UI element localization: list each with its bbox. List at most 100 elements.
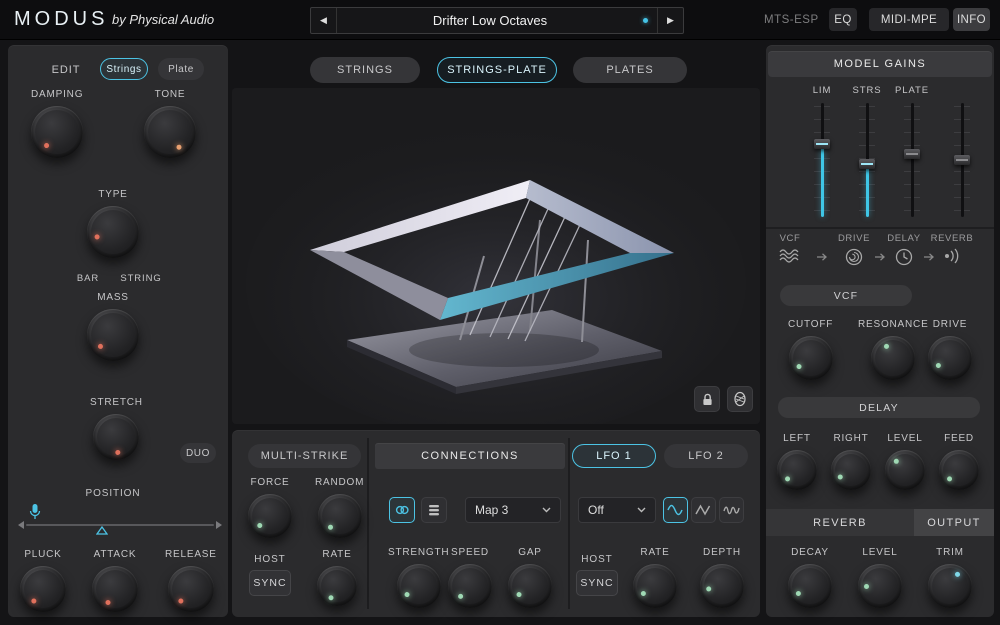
- lfo-rate-knob[interactable]: [633, 564, 677, 608]
- type-knob[interactable]: [87, 206, 139, 258]
- model-viewport[interactable]: [232, 88, 760, 424]
- connection-link-button[interactable]: [389, 497, 415, 523]
- attack-knob[interactable]: [92, 566, 138, 612]
- delay-right-control: RIGHT: [831, 433, 871, 490]
- multi-strike-sync-button[interactable]: SYNC: [249, 570, 291, 596]
- lfo-shape-random-button[interactable]: [719, 497, 744, 523]
- strength-label: STRENGTH: [388, 547, 450, 558]
- reverb-level-control: LEVEL: [858, 547, 902, 608]
- tone-knob[interactable]: [144, 106, 196, 158]
- multi-strike-button[interactable]: MULTI-STRIKE: [248, 444, 361, 468]
- duo-button[interactable]: DUO: [180, 443, 216, 463]
- slider-track[interactable]: [26, 524, 214, 526]
- output-section-tab[interactable]: OUTPUT: [914, 509, 994, 536]
- tab-plates[interactable]: PLATES: [573, 57, 687, 83]
- pluck-knob[interactable]: [20, 566, 66, 612]
- edit-label: EDIT: [51, 64, 81, 76]
- lfo-depth-knob[interactable]: [700, 564, 744, 608]
- lfo-target-select[interactable]: Off: [578, 497, 656, 523]
- preset-next-button[interactable]: ▶: [657, 8, 683, 33]
- vcf-section-button[interactable]: VCF: [780, 285, 912, 306]
- connections-header[interactable]: CONNECTIONS: [375, 443, 565, 469]
- chevron-down-icon: [542, 507, 551, 513]
- delay-left-knob[interactable]: [777, 450, 817, 490]
- lfo-depth-control: DEPTH: [700, 547, 744, 608]
- rate-label: RATE: [322, 549, 352, 560]
- eq-button[interactable]: EQ: [829, 8, 857, 31]
- damping-knob[interactable]: [31, 106, 84, 158]
- trim-knob[interactable]: [928, 564, 972, 608]
- resonance-knob[interactable]: [871, 336, 916, 380]
- lfo-shape-sine-button[interactable]: [663, 497, 688, 523]
- reverb-section-tab[interactable]: REVERB: [766, 509, 914, 536]
- chain-arrow-icon: [817, 253, 827, 261]
- plate-toggle[interactable]: Plate: [158, 58, 204, 80]
- app-logo: MODUS: [14, 8, 109, 30]
- damping-control: DAMPING: [31, 89, 84, 158]
- 3d-model-render: [232, 88, 760, 424]
- reverb-level-knob[interactable]: [858, 564, 902, 608]
- preset-prev-button[interactable]: ◀: [311, 8, 337, 33]
- delay-left-label: LEFT: [783, 433, 811, 444]
- tab-lfo1[interactable]: LFO 1: [572, 444, 656, 468]
- chevron-down-icon: [637, 507, 646, 513]
- lfo-sync-button[interactable]: SYNC: [576, 570, 618, 596]
- release-knob[interactable]: [167, 566, 214, 612]
- stretch-control: STRETCH: [90, 397, 143, 460]
- mass-knob[interactable]: [87, 309, 139, 361]
- position-slider[interactable]: [18, 515, 222, 537]
- mesh-icon: [734, 391, 746, 407]
- delay-left-control: LEFT: [777, 433, 817, 490]
- tab-lfo2[interactable]: LFO 2: [664, 444, 748, 468]
- stretch-knob[interactable]: [93, 414, 140, 460]
- tab-strings-plate[interactable]: STRINGS-PLATE: [437, 57, 557, 83]
- gap-knob[interactable]: [508, 564, 552, 608]
- stack-icon: [429, 505, 439, 516]
- view-lock-button[interactable]: [694, 386, 720, 412]
- pluck-control: PLUCK: [20, 549, 66, 612]
- delay-feed-knob[interactable]: [939, 450, 979, 490]
- position-marker[interactable]: [96, 526, 108, 535]
- drive-spiral-icon: [845, 248, 863, 266]
- link-icon: [395, 505, 409, 515]
- mesh-view-button[interactable]: [727, 386, 753, 412]
- delay-feed-control: FEED: [939, 433, 979, 490]
- type-label: TYPE: [98, 189, 128, 200]
- modus-plugin-window: MODUS by Physical Audio ◀ Drifter Low Oc…: [0, 0, 1000, 625]
- model-gains-header: MODEL GAINS: [768, 51, 992, 77]
- delay-right-knob[interactable]: [831, 450, 871, 490]
- attack-label: ATTACK: [93, 549, 137, 560]
- random-wave-icon: [722, 506, 740, 515]
- fader-master[interactable]: [954, 103, 970, 217]
- cutoff-knob[interactable]: [788, 336, 833, 380]
- strength-knob[interactable]: [396, 564, 441, 608]
- sine-wave-icon: [666, 504, 683, 516]
- fx-drive-knob[interactable]: [928, 336, 972, 380]
- force-control: FORCE: [248, 477, 292, 538]
- midi-mpe-button[interactable]: MIDI-MPE: [869, 8, 949, 31]
- delay-section-button[interactable]: DELAY: [778, 397, 980, 418]
- fader-strs[interactable]: [859, 103, 875, 217]
- tab-strings[interactable]: STRINGS: [310, 57, 420, 83]
- delay-feed-label: FEED: [944, 433, 974, 444]
- resonance-label: RESONANCE: [858, 319, 929, 330]
- random-control: RANDOM: [315, 477, 364, 538]
- info-button[interactable]: INFO: [953, 8, 990, 31]
- ms-rate-knob[interactable]: [317, 566, 357, 606]
- fader-lim[interactable]: [814, 103, 830, 217]
- fader-plate[interactable]: [904, 103, 920, 217]
- reverb-level-label: LEVEL: [862, 547, 898, 558]
- lfo-rate-control: RATE: [633, 547, 677, 608]
- lfo-shape-triangle-button[interactable]: [691, 497, 716, 523]
- random-knob[interactable]: [317, 494, 362, 538]
- preset-name[interactable]: Drifter Low Octaves: [337, 8, 643, 33]
- speed-knob[interactable]: [448, 564, 492, 608]
- strings-toggle[interactable]: Strings: [100, 58, 148, 80]
- force-knob[interactable]: [248, 494, 292, 538]
- release-label: RELEASE: [165, 549, 217, 560]
- delay-level-knob[interactable]: [885, 450, 925, 490]
- lfo-host-label: HOST: [581, 554, 613, 565]
- decay-knob[interactable]: [788, 564, 832, 608]
- connection-stack-button[interactable]: [421, 497, 447, 523]
- map-select[interactable]: Map 3: [465, 497, 561, 523]
